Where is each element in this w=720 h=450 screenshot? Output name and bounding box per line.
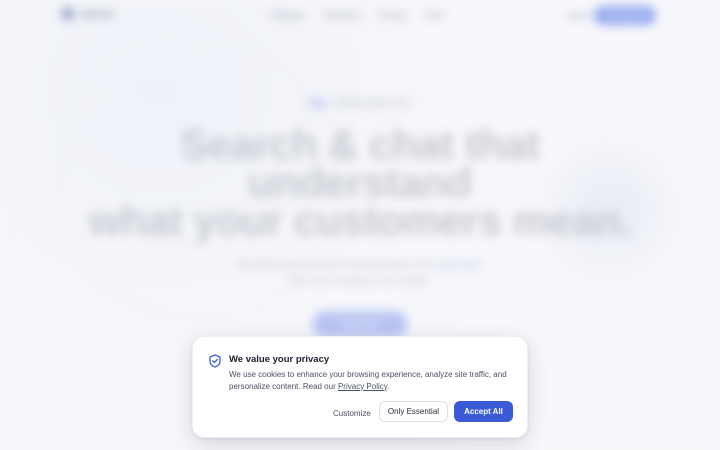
shield-check-icon — [209, 354, 221, 368]
nav-link-docs[interactable]: Docs — [424, 10, 445, 20]
pill-tag: New — [307, 99, 330, 107]
cookie-consent-dialog: We value your privacy We use cookies to … — [192, 336, 528, 438]
subtitle-line-1: Semantic search and AI chat that learns … — [0, 258, 720, 274]
nav-link-pricing[interactable]: Pricing — [379, 10, 407, 20]
subtitle-text: Semantic search and AI chat that learns … — [237, 260, 440, 271]
logo-icon — [62, 8, 74, 20]
hero-headline: Search & chat that understand what your … — [0, 124, 720, 244]
hero-cta-button[interactable]: Start free — [312, 311, 408, 337]
nav-link-features[interactable]: Features — [270, 10, 306, 20]
cookie-description: We use cookies to enhance your browsing … — [229, 369, 514, 392]
pill-text: Semantic search + chat — [335, 99, 409, 107]
accept-all-button[interactable]: Accept All — [454, 401, 513, 422]
subtitle-line-2: Set it up in minutes, not months. — [288, 276, 432, 287]
cookie-text-end: . — [387, 381, 390, 391]
nav-link-solutions[interactable]: Solutions — [324, 10, 361, 20]
nav-links: Features Solutions Pricing Docs — [270, 10, 445, 20]
announcement-pill[interactable]: New Semantic search + chat — [302, 97, 418, 109]
subtitle-accent: your docs — [439, 260, 483, 271]
privacy-policy-link[interactable]: Privacy Policy — [338, 382, 387, 391]
cookie-title: We value your privacy — [229, 354, 330, 365]
get-started-button[interactable]: Get started — [594, 6, 656, 25]
customize-button[interactable]: Customize — [333, 404, 371, 422]
login-link[interactable]: Log in — [566, 10, 591, 20]
hero-line-3: what your customers mean. — [88, 197, 633, 244]
only-essential-button[interactable]: Only Essential — [379, 401, 448, 422]
top-nav: ragchat Features Solutions Pricing Docs … — [0, 0, 720, 30]
hero-subtitle: Semantic search and AI chat that learns … — [0, 258, 720, 290]
logo[interactable]: ragchat — [62, 8, 113, 20]
logo-text: ragchat — [80, 8, 114, 20]
